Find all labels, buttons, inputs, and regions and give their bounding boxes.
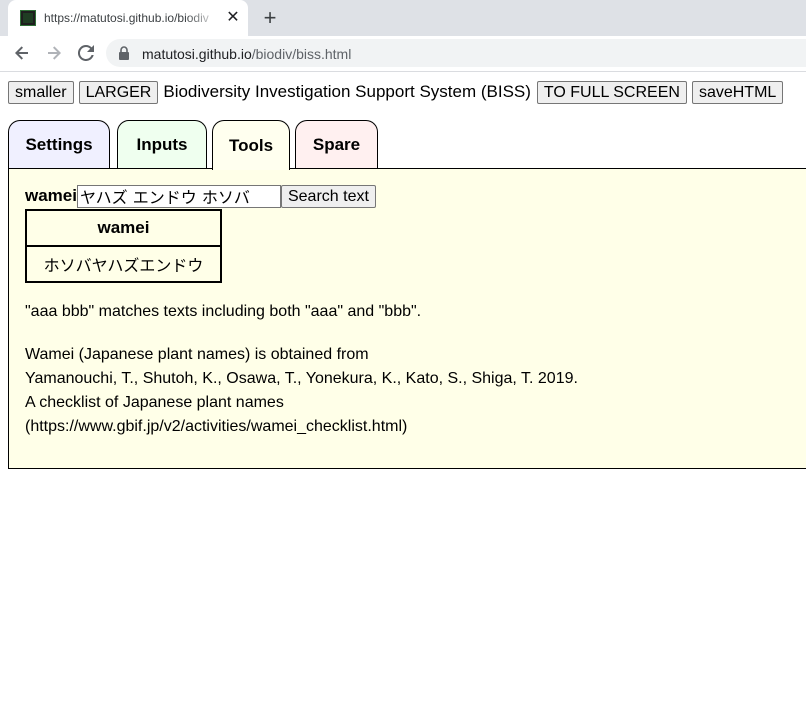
tab-tools[interactable]: Tools <box>212 120 290 170</box>
table-row: ホソバヤハズエンドウ <box>25 245 222 283</box>
tab-inputs[interactable]: Inputs <box>117 120 207 169</box>
app-topbar: smaller LARGER Biodiversity Investigatio… <box>8 80 788 104</box>
column-header-wamei: wamei <box>25 209 222 247</box>
wamei-search-row: wamei Search text <box>25 184 376 208</box>
url-host: matutosi.github.io <box>142 46 252 62</box>
browser-tab-title: https://matutosi.github.io/biodiv <box>44 11 209 25</box>
table-header-row: wamei <box>25 209 222 247</box>
forward-arrow-icon[interactable] <box>42 41 66 65</box>
smaller-button[interactable]: smaller <box>8 80 74 104</box>
wamei-label: wamei <box>25 186 77 205</box>
wamei-search-input[interactable] <box>76 184 281 208</box>
browser-tabstrip: https://matutosi.github.io/biodiv ✕ + <box>0 0 806 36</box>
credit-line: Wamei (Japanese plant names) is obtained… <box>25 346 369 363</box>
credit-text: Wamei (Japanese plant names) is obtained… <box>25 343 578 439</box>
reload-icon[interactable] <box>74 41 98 65</box>
match-note: "aaa bbb" matches texts including both "… <box>25 303 422 320</box>
new-tab-icon[interactable]: + <box>258 6 282 30</box>
tab-spare[interactable]: Spare <box>295 120 378 169</box>
larger-button[interactable]: LARGER <box>78 80 159 104</box>
back-arrow-icon[interactable] <box>10 41 34 65</box>
save-html-button[interactable]: saveHTML <box>691 80 784 104</box>
url-text: matutosi.github.io/biodiv/biss.html <box>142 46 351 62</box>
page-content: smaller LARGER Biodiversity Investigatio… <box>0 72 806 717</box>
app-title: Biodiversity Investigation Support Syste… <box>163 82 531 101</box>
credit-line: A checklist of Japanese plant names <box>25 394 284 411</box>
credit-line: Yamanouchi, T., Shutoh, K., Osawa, T., Y… <box>25 370 578 387</box>
tools-panel: wamei Search text wamei ホソバヤハズエンドウ "aaa … <box>8 168 806 469</box>
result-table: wamei ホソバヤハズエンドウ <box>25 209 222 283</box>
full-screen-button[interactable]: TO FULL SCREEN <box>536 80 687 104</box>
tab-settings[interactable]: Settings <box>8 120 110 169</box>
browser-toolbar: matutosi.github.io/biodiv/biss.html <box>0 36 806 72</box>
close-tab-icon[interactable]: ✕ <box>224 8 242 28</box>
search-text-button[interactable]: Search text <box>280 184 376 208</box>
lock-icon <box>118 46 130 65</box>
address-bar[interactable]: matutosi.github.io/biodiv/biss.html <box>106 39 806 67</box>
browser-tab[interactable]: https://matutosi.github.io/biodiv ✕ <box>8 0 248 36</box>
url-path: /biodiv/biss.html <box>251 46 352 62</box>
table-cell: ホソバヤハズエンドウ <box>25 245 222 283</box>
site-favicon-icon <box>20 10 36 26</box>
credit-line: (https://www.gbif.jp/v2/activities/wamei… <box>25 418 408 435</box>
